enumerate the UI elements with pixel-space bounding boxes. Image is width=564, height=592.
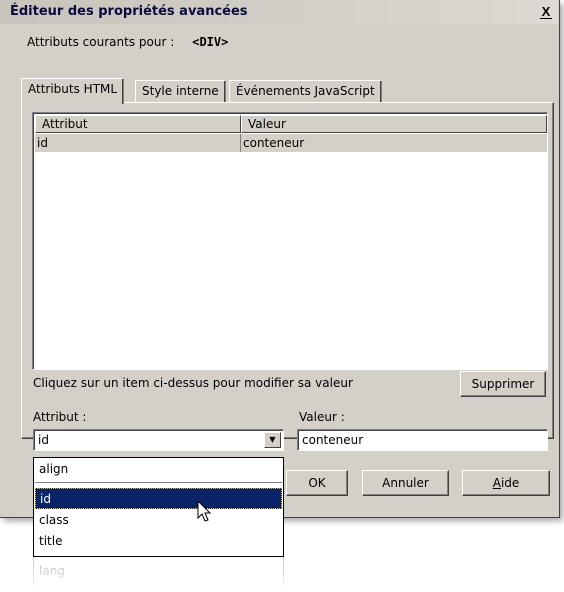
column-header-value[interactable]: Valeur (241, 115, 547, 133)
dropdown-separator (35, 482, 282, 483)
help-button[interactable]: Aide (462, 470, 550, 496)
column-header-attribute[interactable]: Attribut (35, 115, 241, 133)
attribute-label: Attribut : (33, 410, 87, 424)
dialog-title: Éditeur des propriétés avancées (10, 4, 248, 19)
current-attributes-label: Attributs courants pour : (27, 35, 175, 49)
attributes-list[interactable]: Attribut Valeur id conteneur (32, 112, 548, 370)
current-tag: <DIV> (192, 35, 229, 49)
dropdown-item-id[interactable]: id (35, 488, 282, 509)
attribute-combobox[interactable]: id ▼ (33, 429, 284, 451)
title-bar[interactable]: Éditeur des propriétés avancées X (0, 0, 559, 24)
ok-button[interactable]: OK (286, 470, 348, 496)
row-value: conteneur (243, 136, 305, 150)
cancel-button[interactable]: Annuler (362, 470, 449, 496)
dropdown-fade (33, 558, 284, 592)
row-attribute: id (37, 136, 48, 150)
tab-internal-style[interactable]: Style interne (135, 80, 226, 103)
dropdown-item-class[interactable]: class (35, 510, 282, 531)
delete-button[interactable]: Supprimer (460, 371, 546, 397)
current-attributes: Attributs courants pour : <DIV> (27, 35, 228, 49)
dropdown-item-title[interactable]: title (35, 531, 282, 552)
chevron-down-icon[interactable]: ▼ (264, 432, 281, 448)
help-button-accel: A (492, 476, 501, 490)
attribute-combobox-value: id (38, 433, 49, 447)
tab-html-attributes[interactable]: Attributs HTML (21, 78, 125, 104)
attribute-dropdown-list[interactable]: align id class title (33, 457, 284, 557)
value-input[interactable]: conteneur (297, 429, 548, 451)
mouse-cursor-icon (197, 500, 212, 522)
advanced-properties-dialog: Éditeur des propriétés avancées X Attrib… (0, 0, 560, 518)
hint-text: Cliquez sur un item ci-dessus pour modif… (33, 376, 353, 390)
dropdown-item-align[interactable]: align (35, 459, 282, 480)
value-label: Valeur : (299, 410, 345, 424)
close-button[interactable]: X (537, 3, 555, 21)
help-button-label: ide (500, 476, 520, 490)
table-row[interactable]: id conteneur (35, 134, 547, 152)
tab-javascript-events[interactable]: Événements JavaScript (229, 80, 382, 103)
list-header: Attribut Valeur (35, 115, 547, 133)
